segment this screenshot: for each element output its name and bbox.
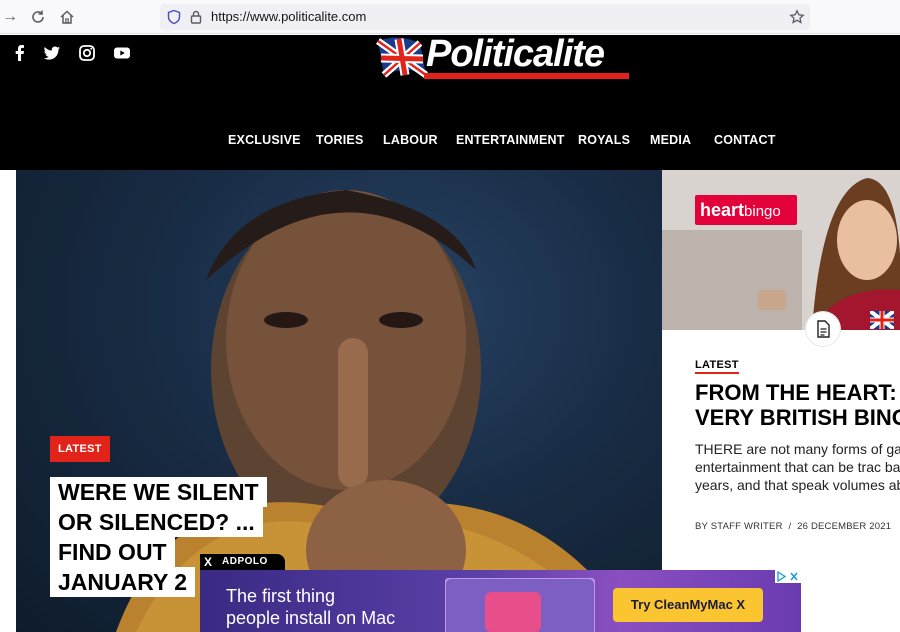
ad-banner[interactable]: The first thing people install on Mac Tr… [200,570,801,632]
card-image [662,170,900,330]
nav-labour[interactable]: LABOUR [383,133,438,147]
nav-royals[interactable]: ROYALS [578,133,630,147]
home-icon[interactable] [57,7,77,27]
instagram-icon[interactable] [77,43,97,63]
ad-close-button[interactable]: X [204,554,212,570]
card-title[interactable]: FROM THE HEART: VERY BRITISH BING [695,380,900,430]
logo-underline [424,73,629,79]
card-title-line: VERY BRITISH BING [695,405,900,430]
card-excerpt: THERE are not many forms of ga entertain… [695,441,900,493]
card-date: 26 DECEMBER 2021 [797,521,892,532]
site-header: Politicalite EXCLUSIVE TORIES LABOUR ENT… [0,33,900,170]
reload-icon[interactable] [28,7,48,27]
hero-article[interactable]: LATEST WERE WE SILENT OR SILENCED? ... F… [16,170,662,632]
logo-text: Politicalite [426,33,605,75]
card-title-line: FROM THE HEART: [695,380,897,405]
ad-cta-button[interactable]: Try CleanMyMac X [613,588,763,622]
url-text: https://www.politicalite.com [211,9,367,24]
card-meta: BY STAFF WRITER / 26 DECEMBER 2021 [695,521,891,532]
document-icon [817,320,830,338]
hero-headline-line[interactable]: WERE WE SILENT [50,477,267,507]
main-navigation: EXCLUSIVE TORIES LABOUR ENTERTAINMENT RO… [0,133,900,153]
forward-arrow-icon[interactable]: → [0,7,20,27]
brand-main: heart [700,200,745,220]
youtube-icon[interactable] [112,43,132,63]
nav-media[interactable]: MEDIA [650,133,691,147]
nav-exclusive[interactable]: EXCLUSIVE [228,133,301,147]
ad-network-label: ADPOLO [222,556,268,567]
article-format-badge [806,312,840,346]
side-article-card[interactable]: heartbingo LATEST FROM THE HEART: VERY B… [662,170,900,632]
lock-icon[interactable] [188,9,204,25]
bookmark-star-icon[interactable] [789,9,805,25]
heart-bingo-logo: heartbingo [695,195,797,225]
union-flag-icon [870,311,894,329]
brand-sub: bingo [744,203,781,220]
nav-entertainment[interactable]: ENTERTAINMENT [456,133,565,147]
browser-toolbar: → https://www.politicalite.com [0,0,900,34]
ad-network-tag: X ADPOLO [200,554,285,570]
nav-tories[interactable]: TORIES [316,133,364,147]
meta-separator: / [788,521,792,532]
adchoices-icon[interactable] [775,570,801,583]
facebook-icon[interactable] [10,43,30,63]
twitter-icon[interactable] [42,43,62,63]
ad-headline-line: people install on Mac [226,608,396,628]
hero-headline-line[interactable]: OR SILENCED? ... [50,507,263,537]
address-bar[interactable]: https://www.politicalite.com [160,4,810,30]
content-area: LATEST WERE WE SILENT OR SILENCED? ... F… [0,170,900,632]
shield-icon[interactable] [166,9,182,25]
hero-headline-line[interactable]: JANUARY 2 [50,567,196,597]
site-logo[interactable]: Politicalite [376,33,632,81]
ad-headline-line: The first thing [226,586,336,606]
app-window-illustration [445,578,595,632]
nav-contact[interactable]: CONTACT [714,133,776,147]
hero-headline-line[interactable]: FIND OUT [50,537,175,567]
hero-badge[interactable]: LATEST [50,436,110,462]
card-author[interactable]: BY STAFF WRITER [695,521,783,532]
card-badge[interactable]: LATEST [695,359,739,374]
